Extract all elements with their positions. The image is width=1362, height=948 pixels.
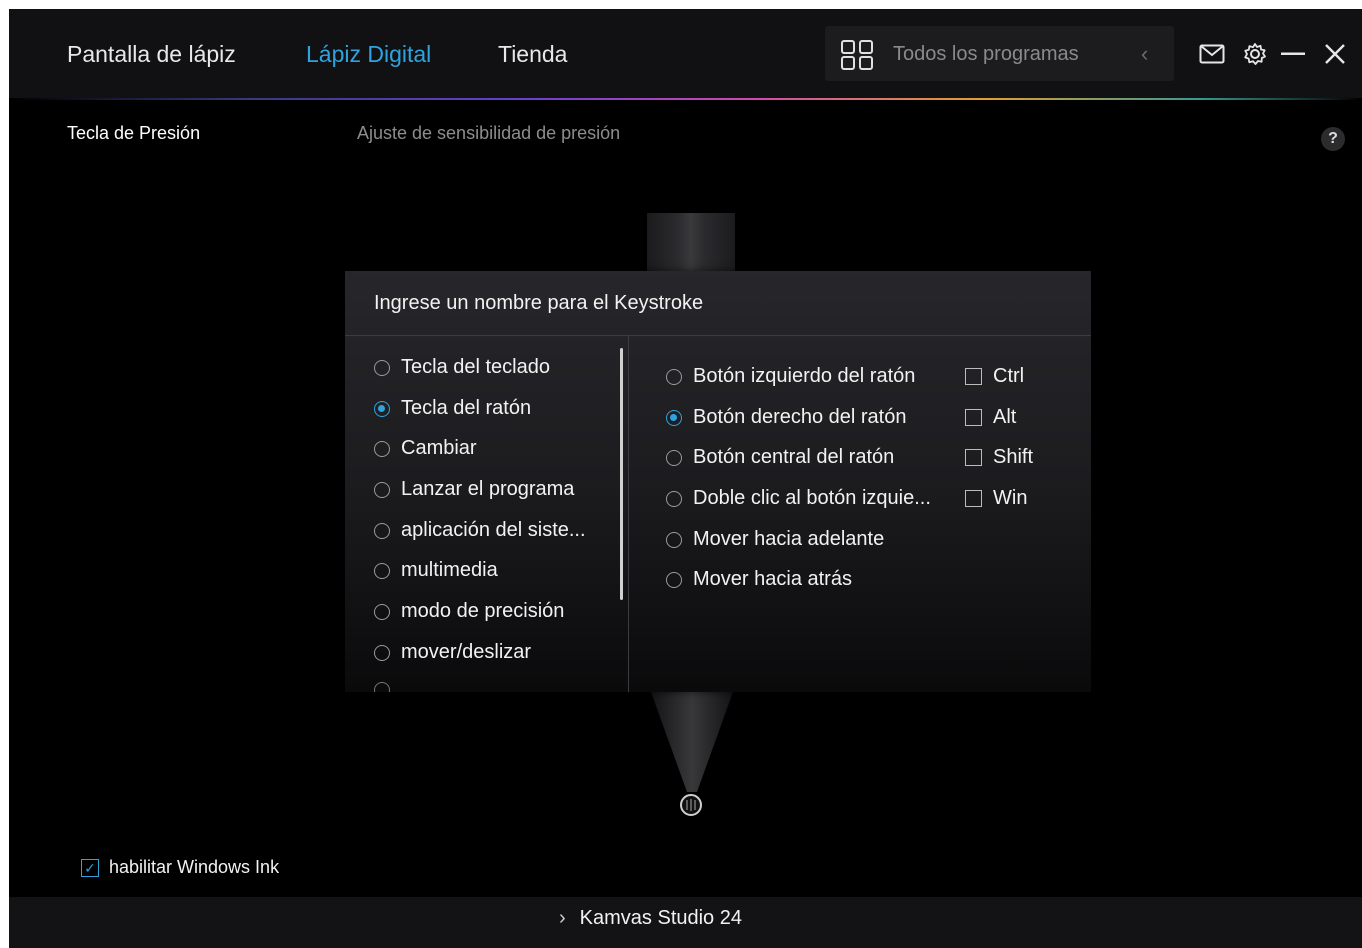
mouse-action-option[interactable]: Botón izquierdo del ratón [666,365,915,388]
modifier-checkbox-win[interactable]: Win [965,487,1027,510]
checkbox-checked-icon: ✓ [81,858,99,877]
app-window: Pantalla de lápiz Lápiz Digital Tienda T… [9,9,1362,948]
checkbox-icon [965,449,982,466]
category-option[interactable]: Cambiar [374,437,477,460]
mail-icon[interactable] [1199,44,1225,64]
dialog-title: Ingrese un nombre para el Keystroke [374,292,704,314]
mouse-action-option[interactable]: Botón central del ratón [666,446,894,469]
device-name: Kamvas Studio 24 [579,907,742,929]
tab-lapiz-digital[interactable]: Lápiz Digital [306,41,431,68]
device-bar: › Kamvas Studio 24 [9,897,1362,948]
category-scrollbar[interactable] [620,348,623,600]
windows-ink-label: habilitar Windows Ink [109,857,280,877]
checkbox-icon [965,490,982,507]
category-option[interactable]: mover/deslizar [374,641,531,664]
close-icon[interactable] [1324,43,1346,65]
category-option[interactable]: Lanzar el programa [374,478,574,501]
keystroke-dialog: Ingrese un nombre para el Keystroke Tecl… [345,271,1091,692]
mouse-action-option[interactable]: Mover hacia adelante [666,528,884,551]
radio-selected-icon [374,400,390,417]
radio-icon [374,481,390,498]
radio-icon [374,562,390,579]
radio-icon [666,531,682,548]
gear-icon[interactable] [1243,42,1267,66]
pen-tip-illustration [651,692,733,816]
category-option[interactable]: Tecla del teclado [374,356,550,379]
radio-icon [374,644,390,661]
modifier-checkbox-alt[interactable]: Alt [965,406,1016,429]
category-option[interactable]: modo de precisión [374,600,564,623]
category-option[interactable]: aplicación del siste... [374,519,586,542]
radio-selected-icon [666,409,682,426]
radio-icon [666,490,682,507]
radio-icon [374,359,390,376]
programs-selector[interactable]: Todos los programas ‹ [825,26,1174,81]
tab-pantalla-de-lapiz[interactable]: Pantalla de lápiz [67,41,236,68]
mouse-action-option[interactable]: Mover hacia atrás [666,568,852,591]
minimize-icon[interactable] [1281,52,1305,56]
checkbox-icon [965,409,982,426]
chevron-right-icon: › [559,907,566,929]
radio-icon [666,449,682,466]
radio-icon [666,571,682,588]
section-subtitle: Ajuste de sensibilidad de presión [357,123,621,143]
tab-tienda[interactable]: Tienda [498,41,567,68]
top-bar: Pantalla de lápiz Lápiz Digital Tienda T… [9,9,1362,98]
radio-icon [374,603,390,620]
radio-icon [666,368,682,385]
checkbox-icon [965,368,982,385]
header-divider [9,98,1362,100]
modifier-checkbox-shift[interactable]: Shift [965,446,1033,469]
column-divider [628,336,629,692]
windows-ink-checkbox[interactable]: ✓ habilitar Windows Ink [81,857,279,878]
chevron-left-icon[interactable]: ‹ [1141,41,1148,67]
radio-icon [374,440,390,457]
category-option-partial [374,682,390,692]
mouse-action-option[interactable]: Doble clic al botón izquie... [666,487,931,510]
programs-label: Todos los programas [893,43,1079,65]
dialog-header: Ingrese un nombre para el Keystroke [345,271,1091,336]
grid-icon [841,40,875,70]
modifier-checkbox-ctrl[interactable]: Ctrl [965,365,1024,388]
section-title: Tecla de Presión [67,123,201,143]
category-option[interactable]: Tecla del ratón [374,397,531,420]
category-option[interactable]: multimedia [374,559,498,582]
radio-icon [374,522,390,539]
mouse-action-option[interactable]: Botón derecho del ratón [666,406,907,429]
help-icon[interactable]: ? [1321,127,1345,151]
device-selector[interactable]: › Kamvas Studio 24 [559,907,742,930]
